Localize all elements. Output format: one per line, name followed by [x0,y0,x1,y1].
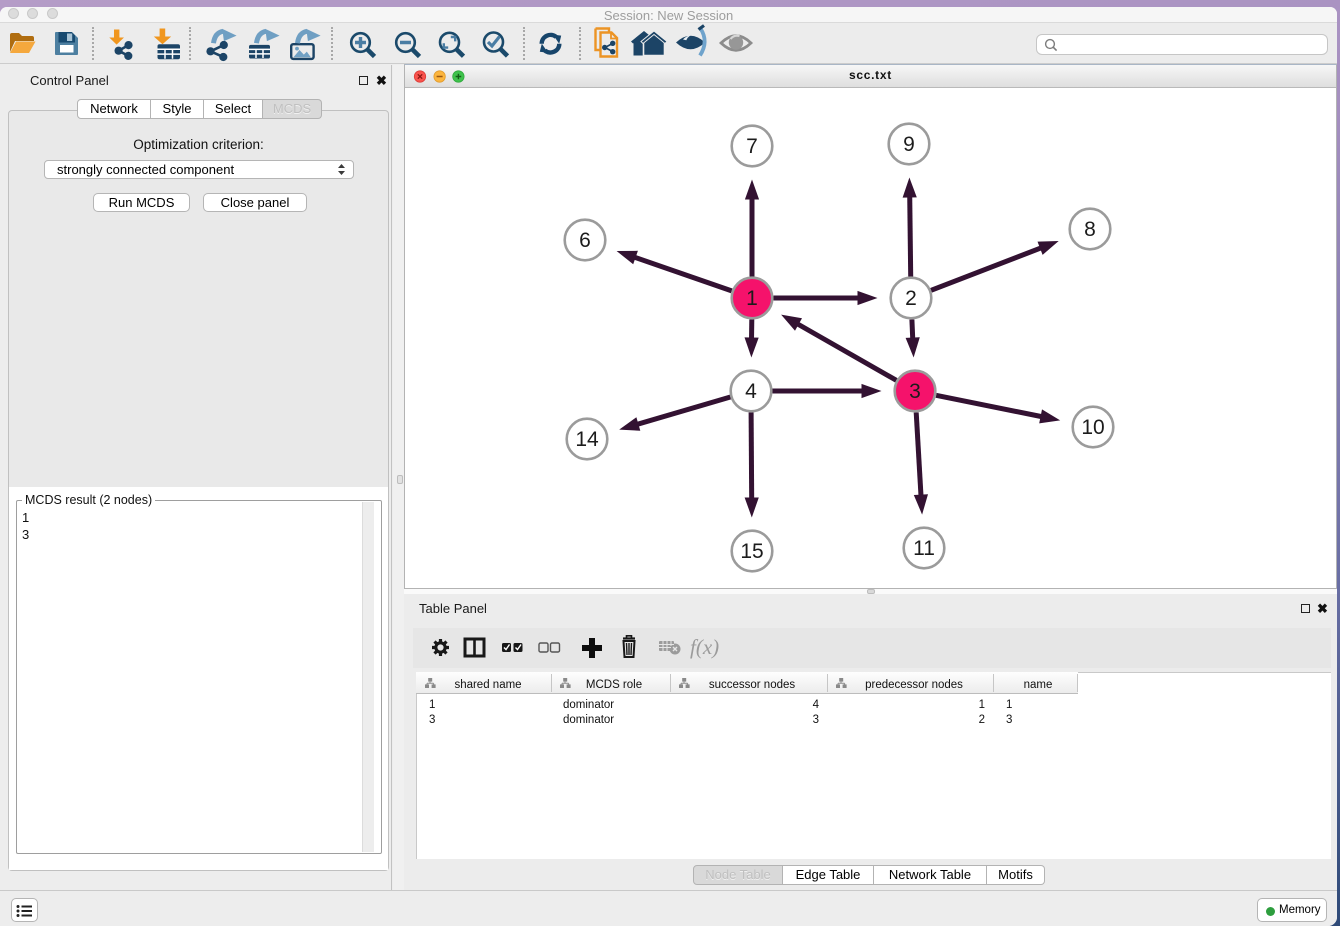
svg-text:4: 4 [745,380,757,403]
svg-text:8: 8 [1084,218,1096,241]
svg-text:3: 3 [909,380,921,403]
svg-text:11: 11 [913,537,935,560]
svg-text:dominator: dominator [563,714,614,726]
svg-text:1: 1 [1006,699,1012,711]
svg-text:15: 15 [740,540,763,563]
svg-text:3: 3 [429,714,435,726]
svg-text:9: 9 [903,133,915,156]
svg-text:14: 14 [575,428,599,451]
svg-text:3: 3 [813,714,819,726]
svg-text:name: name [1024,679,1053,691]
svg-text:2: 2 [979,714,985,726]
svg-text:1: 1 [746,287,758,310]
svg-text:predecessor nodes: predecessor nodes [865,679,963,691]
svg-text:4: 4 [813,699,820,711]
svg-text:6: 6 [579,229,591,252]
svg-text:MCDS role: MCDS role [586,679,642,691]
svg-text:7: 7 [746,135,758,158]
svg-text:dominator: dominator [563,699,614,711]
svg-text:f(x): f(x) [690,635,719,659]
svg-text:2: 2 [905,287,917,310]
svg-text:1: 1 [979,699,985,711]
svg-text:1: 1 [429,699,435,711]
svg-text:3: 3 [1006,714,1012,726]
svg-text:shared name: shared name [454,679,521,691]
svg-text:10: 10 [1081,416,1104,439]
svg-text:successor nodes: successor nodes [709,679,796,691]
